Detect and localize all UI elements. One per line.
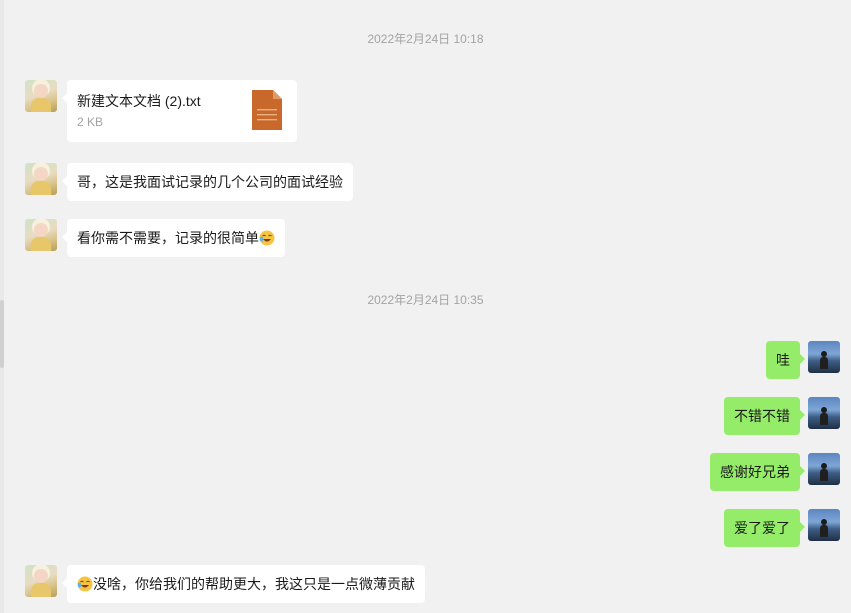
incoming-message-bubble[interactable]: 哥，这是我面试记录的几个公司的面试经验 — [62, 163, 353, 201]
message-text: 不错不错 — [734, 408, 790, 424]
user-avatar[interactable] — [808, 453, 840, 485]
outgoing-message-bubble[interactable]: 爱了爱了 — [724, 509, 805, 547]
outgoing-message-bubble[interactable]: 哇 — [766, 341, 805, 379]
contact-avatar[interactable] — [25, 163, 57, 195]
resize-handle[interactable] — [0, 300, 4, 368]
contact-avatar[interactable] — [25, 219, 57, 251]
message-text: 哇 — [776, 352, 790, 368]
message-text: 看你需不需要，记录的很简单 — [77, 230, 259, 246]
user-avatar[interactable] — [808, 397, 840, 429]
file-message-card[interactable]: 新建文本文档 (2).txt 2 KB — [62, 80, 297, 142]
user-avatar[interactable] — [808, 509, 840, 541]
text-file-icon — [252, 90, 282, 130]
timestamp: 2022年2月24日 10:35 — [367, 293, 484, 307]
laughing-crying-emoji — [77, 576, 93, 592]
file-size: 2 KB — [77, 115, 104, 129]
message-text: 爱了爱了 — [734, 520, 790, 536]
incoming-message-bubble[interactable]: 没啥，你给我们的帮助更大，我这只是一点微薄贡献 — [62, 565, 425, 603]
laughing-crying-emoji — [259, 230, 275, 246]
outgoing-message-bubble[interactable]: 感谢好兄弟 — [710, 453, 805, 491]
user-avatar[interactable] — [808, 341, 840, 373]
message-text: 感谢好兄弟 — [720, 464, 790, 480]
chat-message-area: 2022年2月24日 10:18 新建文本文档 (2).txt 2 KB 哥，这… — [0, 0, 851, 613]
contact-avatar[interactable] — [25, 80, 57, 112]
timestamp: 2022年2月24日 10:18 — [367, 32, 484, 46]
outgoing-message-bubble[interactable]: 不错不错 — [724, 397, 805, 435]
message-text: 没啥，你给我们的帮助更大，我这只是一点微薄贡献 — [93, 576, 415, 592]
incoming-message-bubble[interactable]: 看你需不需要，记录的很简单 — [62, 219, 285, 257]
contact-avatar[interactable] — [25, 565, 57, 597]
message-text: 哥，这是我面试记录的几个公司的面试经验 — [77, 174, 343, 190]
file-name: 新建文本文档 (2).txt — [77, 93, 201, 109]
